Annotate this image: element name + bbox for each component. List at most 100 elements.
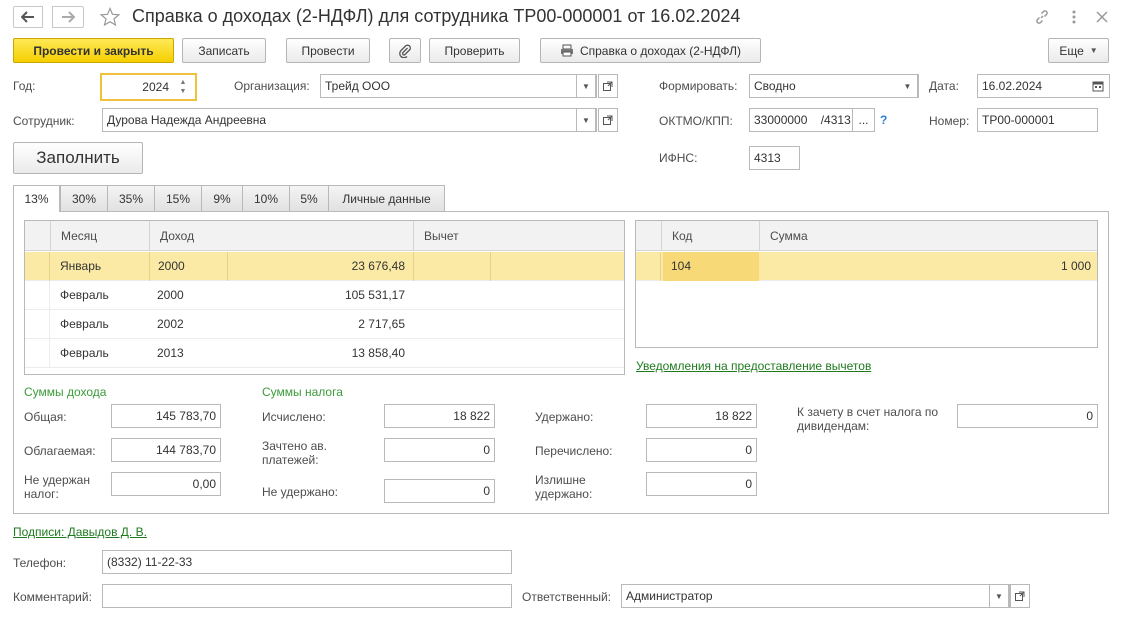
more-actions-button[interactable] (1064, 7, 1084, 27)
cell-amount: 13 858,40 (351, 346, 405, 360)
oktmo-select-button[interactable]: ... (852, 108, 875, 132)
advance-payments-field[interactable]: 0 (384, 438, 495, 462)
ifns-input[interactable]: 4313 (749, 146, 800, 170)
cell-deduction-sum (490, 252, 624, 281)
forward-button[interactable] (52, 6, 84, 28)
ifns-label: ИФНС: (659, 151, 698, 165)
tax-not-withheld-field[interactable]: 0 (384, 479, 495, 503)
chevron-down-icon: ▼ (582, 115, 590, 125)
col-month[interactable]: Месяц (50, 221, 149, 251)
post-and-close-button[interactable]: Провести и закрыть (13, 38, 174, 63)
table-row[interactable]: Февраль 2013 13 858,40 (25, 339, 624, 368)
responsible-input[interactable]: Администратор (621, 584, 1010, 608)
print-report-button[interactable]: Справка о доходах (2-НДФЛ) (540, 38, 761, 63)
income-sums-title: Суммы дохода (24, 385, 107, 399)
responsible-open-button[interactable] (1010, 584, 1030, 608)
copy-link-button[interactable] (1032, 7, 1052, 27)
organization-open-button[interactable] (598, 74, 618, 98)
oktmo-value: 33000000 /4313 (754, 113, 851, 127)
table-row[interactable]: Январь 2000 23 676,48 (25, 252, 624, 281)
cell-amount: 2 717,65 (358, 317, 405, 331)
cell-month: Февраль (60, 288, 109, 302)
close-button[interactable] (1092, 7, 1112, 27)
income-table[interactable]: Месяц Доход Вычет Январь 2000 23 676,48 … (24, 220, 625, 375)
tab-15[interactable]: 15% (154, 185, 202, 211)
star-icon (100, 7, 120, 27)
table-row[interactable]: Февраль 2000 105 531,17 (25, 281, 624, 310)
employee-label: Сотрудник: (13, 114, 75, 128)
organization-input[interactable]: Трейд ООО (320, 74, 597, 98)
advance-payments-label: Зачтено ав. платежей: (262, 439, 327, 467)
organization-dropdown[interactable]: ▼ (576, 74, 596, 98)
excess-withheld-field[interactable]: 0 (646, 472, 757, 496)
year-label: Год: (13, 79, 36, 93)
check-button[interactable]: Проверить (429, 38, 520, 63)
title-bar: Справка о доходах (2-НДФЛ) для сотрудник… (0, 0, 1129, 34)
form-mode-dropdown[interactable]: ▼ (898, 74, 918, 98)
post-button[interactable]: Провести (286, 38, 370, 63)
deduction-table[interactable]: Код Сумма 104 1 000 (635, 220, 1098, 348)
year-stepper[interactable]: ▲ ▼ (174, 76, 192, 98)
tax-not-withheld-label: Не удержано: (262, 485, 338, 499)
open-form-icon (603, 81, 613, 91)
form-mode-select[interactable]: Сводно (749, 74, 919, 98)
tab-13[interactable]: 13% (13, 185, 60, 212)
save-button[interactable]: Записать (182, 38, 266, 63)
cell-month: Январь (60, 259, 102, 273)
tab-30[interactable]: 30% (60, 185, 108, 211)
row-selector-cell (636, 252, 661, 281)
col-deduction[interactable]: Вычет (413, 221, 624, 251)
not-withheld-tax-field[interactable]: 0,00 (111, 472, 221, 496)
back-button[interactable] (13, 6, 43, 28)
dividends-credit-field[interactable]: 0 (957, 404, 1098, 428)
comment-input[interactable] (102, 584, 512, 608)
calendar-button[interactable] (1088, 76, 1108, 96)
calculated-field[interactable]: 18 822 (384, 404, 495, 428)
number-input[interactable]: ТР00-000001 (977, 108, 1098, 132)
tab-35[interactable]: 35% (107, 185, 155, 211)
tab-10[interactable]: 10% (242, 185, 290, 211)
dividends-credit-label: К зачету в счет налога по дивидендам: (797, 405, 939, 433)
responsible-dropdown[interactable]: ▼ (989, 584, 1009, 608)
cell-amount: 105 531,17 (344, 288, 405, 302)
table-row[interactable]: 104 1 000 (636, 252, 1097, 281)
taxable-income-field[interactable]: 144 783,70 (111, 438, 221, 462)
chevron-down-icon: ▼ (582, 81, 590, 91)
open-form-icon (1015, 591, 1025, 601)
chevron-down-icon: ▼ (903, 81, 912, 91)
row-selector-cell (25, 310, 50, 339)
forward-arrow-icon (62, 11, 75, 23)
transferred-field[interactable]: 0 (646, 438, 757, 462)
fill-button[interactable]: Заполнить (13, 142, 143, 174)
employee-dropdown[interactable]: ▼ (576, 108, 596, 132)
col-sum[interactable]: Сумма (759, 221, 1097, 251)
favorite-button[interactable] (98, 5, 122, 29)
total-income-label: Общая: (24, 410, 67, 424)
paperclip-icon (399, 44, 411, 58)
withheld-field[interactable]: 18 822 (646, 404, 757, 428)
col-code[interactable]: Код (661, 221, 759, 251)
more-menu-button[interactable]: Еще ▼ (1048, 38, 1109, 63)
table-row[interactable]: Февраль 2002 2 717,65 (25, 310, 624, 339)
total-income-field[interactable]: 145 783,70 (111, 404, 221, 428)
attach-button[interactable] (389, 38, 421, 63)
cell-code: 104 (663, 252, 759, 281)
form-mode-label: Формировать: (659, 79, 738, 93)
tab-9[interactable]: 9% (201, 185, 243, 211)
signatures-link[interactable]: Подписи: Давыдов Д. В. (13, 525, 147, 539)
more-menu-label: Еще (1059, 43, 1084, 58)
help-link[interactable]: ? (880, 113, 887, 127)
tab-5[interactable]: 5% (289, 185, 329, 211)
employee-open-button[interactable] (598, 108, 618, 132)
stepper-down-icon[interactable]: ▼ (180, 87, 187, 96)
phone-input[interactable]: (8332) 11-22-33 (102, 550, 512, 574)
col-income[interactable]: Доход (149, 221, 413, 251)
notifications-link[interactable]: Уведомления на предоставление вычетов (636, 359, 871, 373)
tab-personal-data[interactable]: Личные данные (328, 185, 445, 211)
cell-amount: 23 676,48 (227, 252, 413, 281)
transferred-label: Перечислено: (535, 444, 613, 458)
oktmo-input[interactable]: 33000000 /4313 (749, 108, 853, 132)
stepper-up-icon[interactable]: ▲ (180, 78, 187, 87)
employee-input[interactable]: Дурова Надежда Андреевна (102, 108, 597, 132)
withheld-label: Удержано: (535, 410, 594, 424)
